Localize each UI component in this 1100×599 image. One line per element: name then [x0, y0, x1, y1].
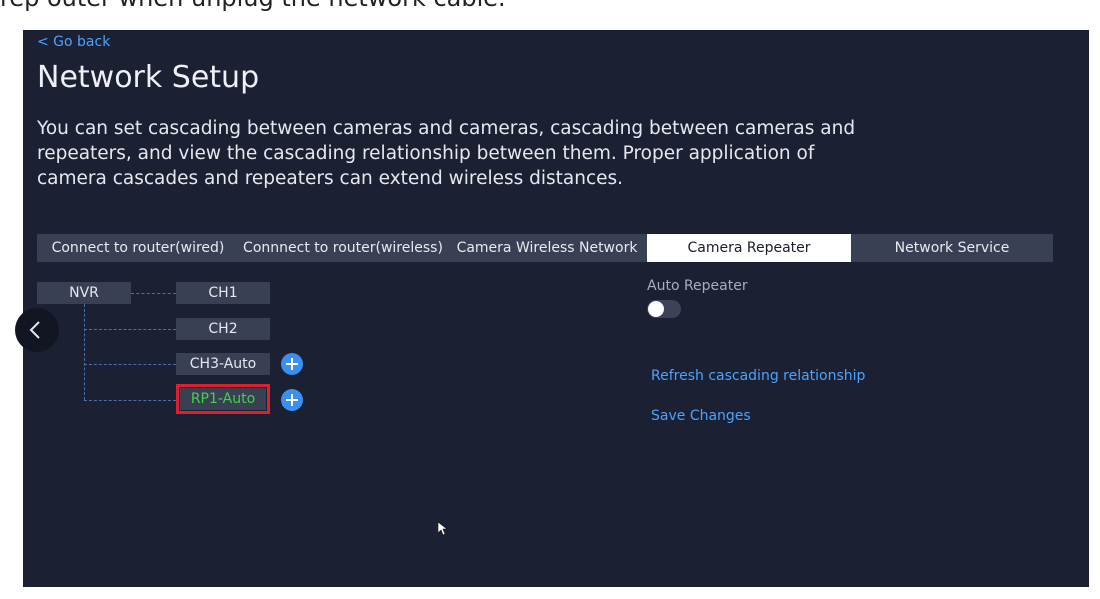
add-rp1-button[interactable] [281, 389, 303, 411]
add-ch3-button[interactable] [281, 353, 303, 375]
go-back-link[interactable]: < Go back [37, 34, 110, 50]
auto-repeater-label: Auto Repeater [647, 278, 748, 294]
tab-network-service[interactable]: Network Service [851, 234, 1053, 262]
page-title: Network Setup [37, 60, 260, 95]
tab-camera-repeater[interactable]: Camera Repeater [647, 234, 851, 262]
tab-bar: Connect to router(wired) Connnect to rou… [37, 234, 1053, 262]
connector-ch3 [84, 364, 176, 365]
topology-node-rp1[interactable]: RP1-Auto [176, 384, 270, 414]
mouse-cursor-icon [438, 522, 448, 536]
connector-rp1 [84, 400, 176, 401]
connector-nvr-ch1 [131, 293, 176, 294]
chevron-left-icon [29, 321, 40, 339]
save-changes-link[interactable]: Save Changes [651, 408, 751, 424]
auto-repeater-toggle[interactable] [647, 300, 681, 318]
topology-node-nvr[interactable]: NVR [37, 282, 131, 304]
tab-connect-router-wireless[interactable]: Connnect to router(wireless) [239, 234, 447, 262]
previous-arrow-button[interactable] [15, 308, 59, 352]
tab-camera-wireless-network[interactable]: Camera Wireless Network [447, 234, 647, 262]
topology-node-ch2[interactable]: CH2 [176, 318, 270, 340]
network-setup-screen: < Go back Network Setup You can set casc… [15, 30, 1089, 587]
connector-trunk [84, 304, 85, 400]
connector-ch2 [84, 329, 176, 330]
topology-node-ch3[interactable]: CH3-Auto [176, 353, 270, 375]
tab-connect-router-wired[interactable]: Connect to router(wired) [37, 234, 239, 262]
top-caption-crop: rep outer when unplug the network cable. [0, 0, 1100, 14]
page-description: You can set cascading between cameras an… [37, 118, 856, 189]
topology-node-ch1[interactable]: CH1 [176, 282, 270, 304]
toggle-knob [648, 301, 664, 317]
refresh-cascading-link[interactable]: Refresh cascading relationship [651, 368, 865, 384]
